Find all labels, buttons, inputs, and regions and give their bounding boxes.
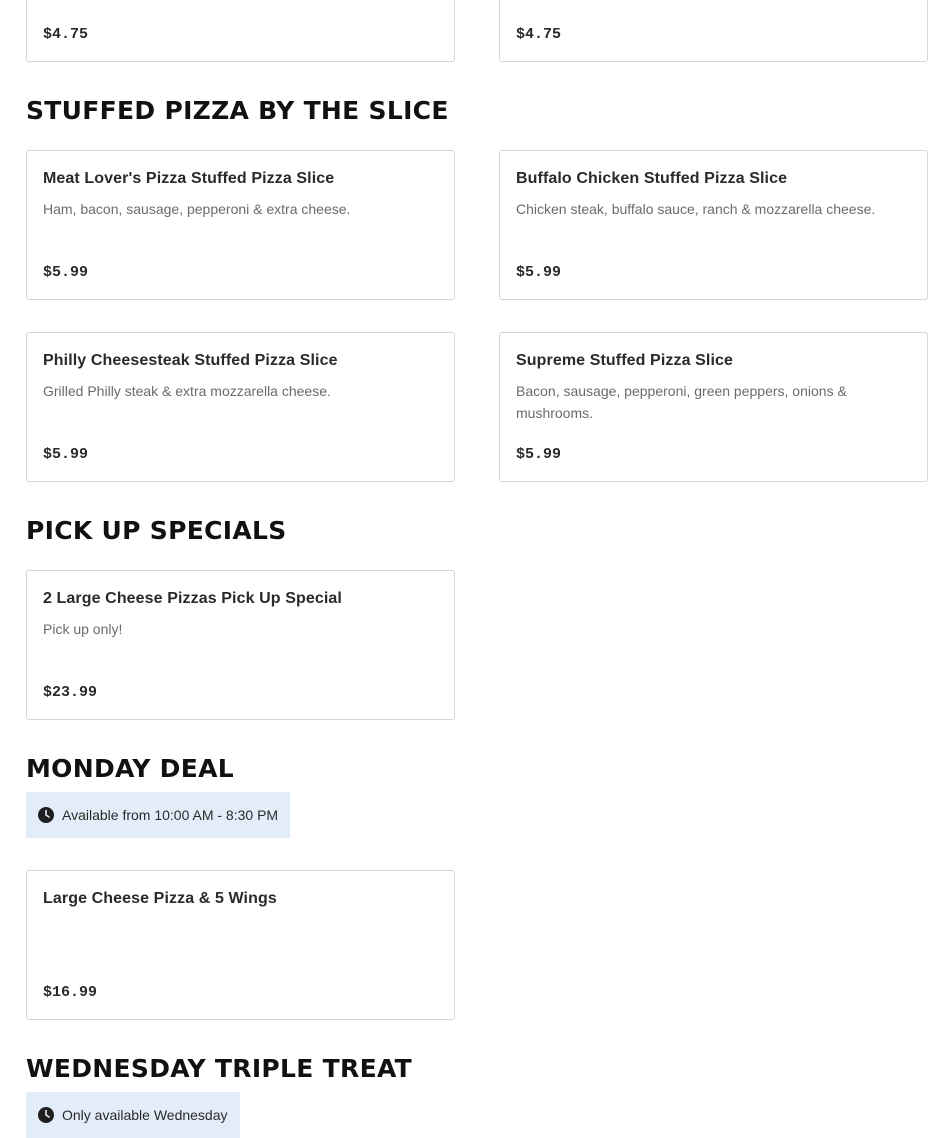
item-name: 2 Large Cheese Pizzas Pick Up Special — [43, 590, 342, 607]
clock-icon — [38, 1107, 54, 1123]
menu-item-card[interactable]: 2 Large Cheese Pizzas Pick Up Special Pi… — [26, 570, 455, 720]
item-price: $5.99 — [516, 446, 562, 463]
item-name: Large Cheese Pizza & 5 Wings — [43, 890, 277, 907]
section-title-wednesday-triple-treat: WEDNESDAY TRIPLE TREAT — [26, 1054, 413, 1083]
item-description: Grilled Philly steak & extra mozzarella … — [43, 383, 331, 399]
item-price: $5.99 — [43, 446, 89, 463]
item-name: Philly Cheesesteak Stuffed Pizza Slice — [43, 352, 338, 369]
menu-item-card[interactable]: $4.75 — [499, 0, 928, 62]
item-price: $5.99 — [43, 264, 89, 281]
item-price: $23.99 — [43, 684, 98, 701]
item-price: $4.75 — [43, 26, 89, 43]
section-title-stuffed-slice: STUFFED PIZZA BY THE SLICE — [26, 96, 449, 125]
item-name: Buffalo Chicken Stuffed Pizza Slice — [516, 170, 788, 187]
availability-text: Available from 10:00 AM - 8:30 PM — [62, 807, 279, 823]
item-price: $5.99 — [516, 264, 562, 281]
section-title-monday-deal: MONDAY DEAL — [26, 754, 234, 783]
menu-item-card[interactable]: Meat Lover's Pizza Stuffed Pizza Slice H… — [26, 150, 455, 300]
availability-badge: Only available Wednesday — [26, 1092, 240, 1138]
menu-item-card[interactable]: $4.75 — [26, 0, 455, 62]
availability-badge: Available from 10:00 AM - 8:30 PM — [26, 792, 291, 838]
menu-item-card[interactable]: Supreme Stuffed Pizza Slice Bacon, sausa… — [499, 332, 928, 482]
item-description: Pick up only! — [43, 621, 123, 637]
menu-item-card[interactable]: Buffalo Chicken Stuffed Pizza Slice Chic… — [499, 150, 928, 300]
item-description: Chicken steak, buffalo sauce, ranch & mo… — [516, 201, 876, 217]
clock-icon — [38, 807, 54, 823]
item-description: Bacon, sausage, pepperoni, green peppers… — [516, 383, 847, 421]
menu-item-card[interactable]: Philly Cheesesteak Stuffed Pizza Slice G… — [26, 332, 455, 482]
item-description: Ham, bacon, sausage, pepperoni & extra c… — [43, 201, 351, 217]
availability-text: Only available Wednesday — [62, 1107, 228, 1123]
item-price: $16.99 — [43, 984, 98, 1001]
section-title-pickup-specials: PICK UP SPECIALS — [26, 516, 287, 545]
item-name: Meat Lover's Pizza Stuffed Pizza Slice — [43, 170, 335, 187]
menu-item-card[interactable]: Large Cheese Pizza & 5 Wings $16.99 — [26, 870, 455, 1020]
item-price: $4.75 — [516, 26, 562, 43]
item-name: Supreme Stuffed Pizza Slice — [516, 352, 733, 369]
